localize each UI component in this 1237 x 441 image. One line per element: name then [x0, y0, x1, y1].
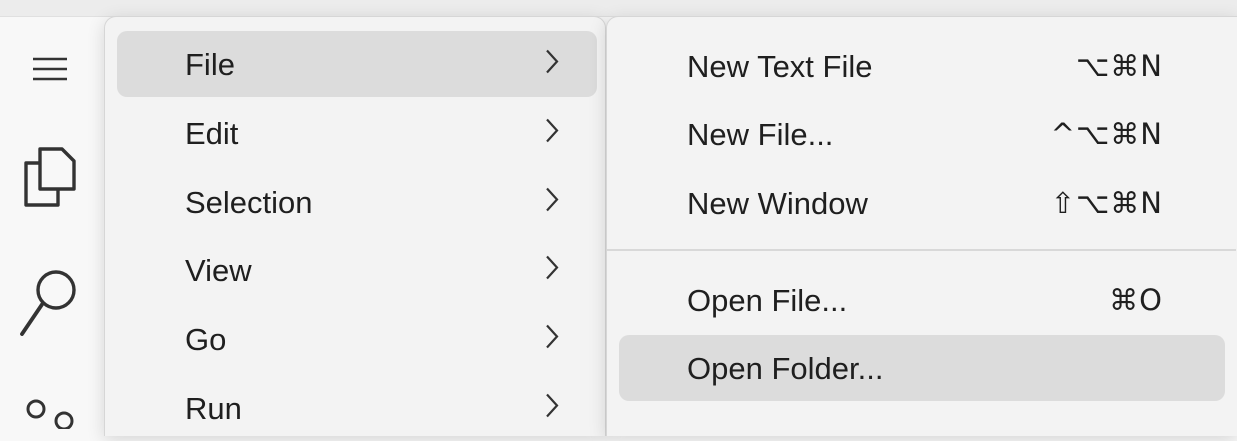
shortcut-label: ^⌥⌘N: [1050, 116, 1163, 151]
menu-item-run[interactable]: Run: [117, 375, 597, 441]
menu-item-view[interactable]: View: [117, 237, 597, 303]
explorer-icon[interactable]: [0, 139, 100, 213]
activity-bar: [0, 17, 100, 429]
chevron-right-icon: [545, 393, 559, 424]
chevron-right-icon: [545, 324, 559, 355]
search-icon[interactable]: [0, 263, 100, 343]
menu-item-go[interactable]: Go: [117, 306, 597, 372]
menu-item-label: Open File...: [687, 282, 848, 318]
menu-item-file[interactable]: File: [117, 31, 597, 97]
shortcut-label: ⌘O: [1109, 282, 1163, 317]
menu-icon[interactable]: [0, 49, 100, 89]
menu-item-edit[interactable]: Edit: [117, 100, 597, 166]
menu-item-open-folder[interactable]: Open Folder...: [619, 335, 1225, 401]
menu-item-label: Go: [185, 321, 227, 357]
menu-item-label: New File...: [687, 116, 834, 152]
shortcut-label: ⇧⌥⌘N: [1050, 185, 1163, 220]
chevron-right-icon: [545, 255, 559, 286]
chevron-right-icon: [545, 118, 559, 149]
file-submenu: New Text File ⌥⌘N New File... ^⌥⌘N New W…: [606, 16, 1237, 436]
menu-item-label: New Window: [687, 185, 868, 221]
chevron-right-icon: [545, 49, 559, 80]
menu-item-label: Edit: [185, 115, 239, 151]
shortcut-label: ⌥⌘N: [1075, 48, 1163, 83]
menu-item-label: File: [185, 46, 235, 82]
menu-item-label: View: [185, 252, 252, 288]
menu-item-label: Run: [185, 390, 242, 426]
menu-item-label: Open Folder...: [687, 350, 884, 386]
menu-item-new-window[interactable]: New Window ⇧⌥⌘N: [619, 170, 1225, 236]
source-control-icon[interactable]: [0, 389, 100, 429]
title-bar-strip: [0, 0, 1237, 17]
menu-item-new-file[interactable]: New File... ^⌥⌘N: [619, 101, 1225, 167]
main-menu: File Edit Selection View Go Run: [104, 16, 606, 436]
menu-item-selection[interactable]: Selection: [117, 169, 597, 235]
menu-item-label: New Text File: [687, 48, 873, 84]
menu-separator: [607, 249, 1236, 251]
chevron-right-icon: [545, 187, 559, 218]
menu-item-open-file[interactable]: Open File... ⌘O: [619, 267, 1225, 333]
menu-item-label: Selection: [185, 184, 313, 220]
menu-item-new-text-file[interactable]: New Text File ⌥⌘N: [619, 33, 1225, 99]
